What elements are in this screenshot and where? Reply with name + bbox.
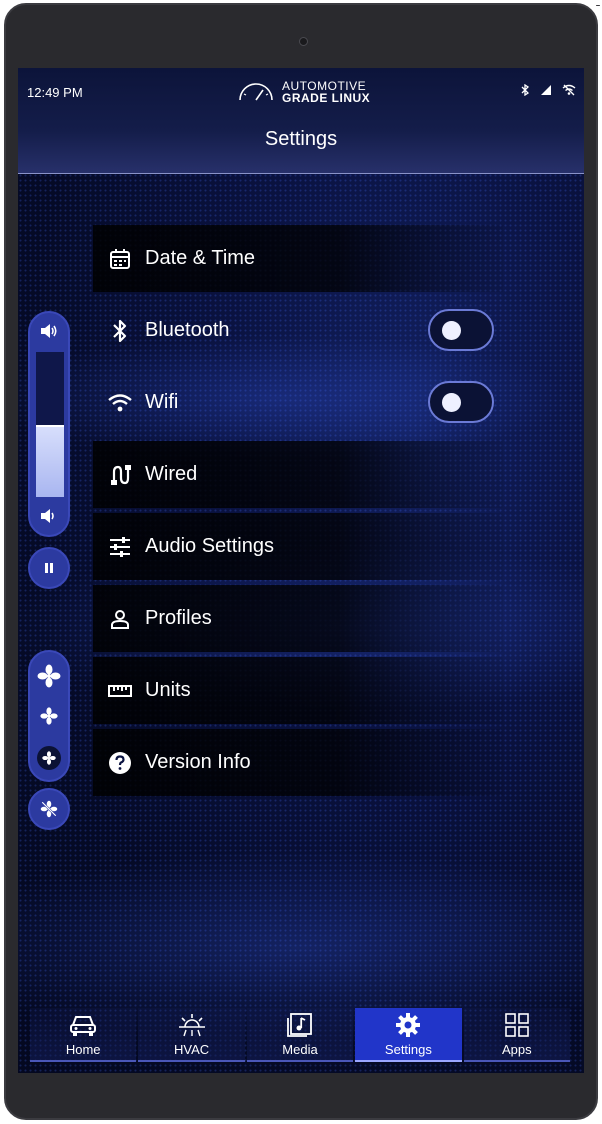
help-icon <box>93 751 145 775</box>
wifi-off-icon <box>562 84 576 96</box>
menu-item-label: Units <box>145 679 191 701</box>
menu-item-audio-settings[interactable]: Audio Settings <box>93 513 503 580</box>
header: 12:49 PM AUTOMOTIVE GRADE LINUX Settings <box>18 68 584 174</box>
menu-item-label: Date & Time <box>145 247 256 269</box>
menu-item-units[interactable]: Units <box>93 657 503 724</box>
menu-item-wired[interactable]: Wired <box>93 441 503 508</box>
agl-logo: AUTOMOTIVE GRADE LINUX <box>236 80 370 104</box>
wifi-icon <box>93 393 145 413</box>
fan-level-indicator[interactable] <box>37 746 61 770</box>
bluetooth-icon <box>93 319 145 343</box>
nav-tab-label: Media <box>282 1042 318 1057</box>
nav-tab-label: Settings <box>384 1042 432 1057</box>
hardware-button <box>596 5 600 6</box>
menu-item-wifi[interactable]: Wifi <box>93 369 503 436</box>
bluetooth-toggle[interactable] <box>428 309 494 351</box>
nav-tab-apps[interactable]: Apps <box>463 1008 571 1062</box>
menu-item-date-time[interactable]: Date & Time <box>93 225 503 292</box>
nav-tab-media[interactable]: Media <box>246 1008 354 1062</box>
logo-text-bottom: GRADE LINUX <box>282 91 371 105</box>
sliders-icon <box>93 536 145 557</box>
fan-panel <box>28 650 70 782</box>
toggle-knob <box>442 321 461 340</box>
bluetooth-icon <box>521 84 530 96</box>
fan-icon <box>42 751 56 765</box>
grid-icon <box>505 1013 529 1040</box>
toggle-knob <box>442 393 461 412</box>
pause-button[interactable] <box>28 547 70 589</box>
volume-slider[interactable] <box>36 352 64 497</box>
nav-tab-label: HVAC <box>174 1042 210 1057</box>
pause-icon <box>45 563 53 573</box>
menu-item-label: Audio Settings <box>145 535 274 557</box>
fan-low-icon[interactable] <box>40 707 58 729</box>
menu-item-label: Version Info <box>145 751 251 773</box>
ruler-icon <box>93 684 145 698</box>
gauge-icon <box>239 83 273 101</box>
calendar-icon <box>93 248 145 270</box>
nav-tab-hvac[interactable]: HVAC <box>138 1008 245 1062</box>
signal-icon <box>541 85 551 95</box>
person-icon <box>93 608 145 630</box>
nav-tab-home[interactable]: Home <box>30 1008 137 1062</box>
nav-tab-settings[interactable]: Settings <box>355 1008 462 1062</box>
page-title: Settings <box>264 128 338 150</box>
sun-icon <box>178 1013 206 1040</box>
ethernet-icon <box>93 464 145 486</box>
menu-item-label: Bluetooth <box>145 319 230 341</box>
fan-high-icon[interactable] <box>37 664 61 692</box>
fan-off-icon <box>40 800 58 818</box>
status-time: 12:49 PM <box>27 85 83 100</box>
volume-panel <box>28 311 70 537</box>
menu-item-label: Profiles <box>145 607 212 629</box>
menu-item-label: Wired <box>145 463 198 485</box>
camera <box>299 37 308 46</box>
menu-item-version-info[interactable]: Version Info <box>93 729 503 796</box>
menu-item-profiles[interactable]: Profiles <box>93 585 503 652</box>
nav-tab-label: Apps <box>502 1042 532 1057</box>
fan-off-button[interactable] <box>28 788 70 830</box>
music-icon <box>287 1013 313 1040</box>
menu-item-label: Wifi <box>145 391 179 413</box>
volume-level <box>36 424 64 497</box>
wifi-toggle[interactable] <box>428 381 494 423</box>
status-icons <box>520 84 576 96</box>
nav-tab-label: Home <box>65 1042 101 1057</box>
gear-icon <box>396 1013 421 1040</box>
car-icon <box>69 1013 97 1040</box>
volume-up-icon[interactable] <box>39 322 59 344</box>
settings-menu: Date & Time Bluetooth Wifi Wired Audio S… <box>93 225 503 801</box>
bottom-nav: Home HVAC Media Settings Apps <box>30 1008 572 1062</box>
screen: 12:49 PM AUTOMOTIVE GRADE LINUX Settings… <box>18 68 584 1073</box>
menu-item-bluetooth[interactable]: Bluetooth <box>93 297 503 364</box>
volume-down-icon[interactable] <box>39 507 59 529</box>
